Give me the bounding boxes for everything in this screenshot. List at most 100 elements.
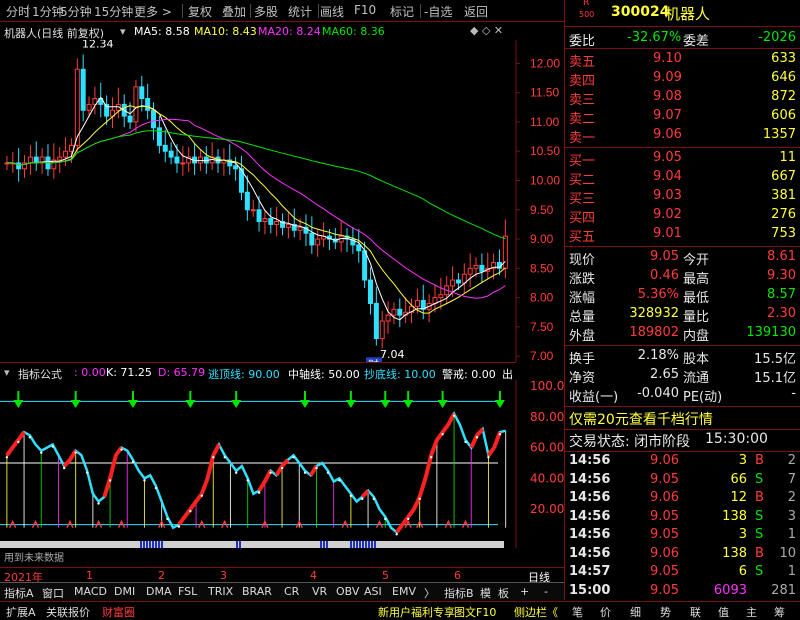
bottom-item-12[interactable]: 主	[746, 604, 757, 620]
k-dot	[452, 414, 456, 417]
bottom-item-6[interactable]: 笔	[572, 604, 583, 620]
buy-volume: 667	[771, 169, 796, 184]
toolbar-5[interactable]: 复权	[188, 3, 212, 20]
bottom-item-4[interactable]: 图文F10	[454, 604, 496, 620]
candle-body	[473, 264, 479, 269]
bottom-item-5[interactable]: 侧边栏《	[514, 604, 558, 620]
k-dot	[257, 491, 261, 494]
bottom-item-0[interactable]: 扩展A	[6, 604, 36, 620]
toolbar-9[interactable]: 画线	[320, 3, 344, 20]
toolbar-0[interactable]: 分时	[6, 3, 30, 20]
indicator-tab-10[interactable]: OBV	[336, 585, 359, 598]
candle-body	[414, 300, 420, 307]
buy-level-label: 买一	[569, 154, 596, 169]
indicator-tab-15[interactable]: 模	[480, 585, 491, 601]
candle-body	[356, 244, 362, 252]
time-axis-label: 4	[310, 569, 317, 582]
indicator-tab-18[interactable]: -	[544, 585, 548, 598]
candle-body	[315, 238, 321, 246]
indicator-d: D: 65.79	[158, 366, 206, 379]
bottom-item-2[interactable]: 财富圈	[102, 604, 135, 620]
toolbar-1[interactable]: 1分钟	[32, 3, 64, 20]
bottom-item-8[interactable]: 细	[630, 604, 641, 620]
indicator-tab-6[interactable]: TRIX	[208, 585, 233, 598]
bottom-item-11[interactable]: 值	[718, 604, 729, 620]
weidiff-label: 委差	[683, 34, 710, 49]
bottom-item-7[interactable]: 价	[600, 604, 611, 620]
tick-price: 9.05	[650, 582, 679, 598]
candle-body	[274, 220, 280, 225]
divider	[565, 429, 800, 430]
k-dot	[5, 456, 9, 459]
candle-body	[133, 86, 139, 123]
toolbar-13[interactable]: 返回	[464, 3, 488, 20]
indicator-tab-11[interactable]: ASI	[364, 585, 382, 598]
promo-link[interactable]: 仅需20元查看千档行情	[569, 409, 713, 429]
toolbar-3[interactable]: 15分钟	[94, 3, 133, 20]
indicator-tab-5[interactable]: FSL	[178, 585, 197, 598]
bottom-item-9[interactable]: 势	[660, 604, 671, 620]
tick-time: 14:56	[569, 453, 611, 468]
k-dot	[407, 517, 410, 521]
future-data-segment	[320, 541, 322, 548]
indicator-ytick-label: 80.00	[530, 410, 564, 424]
chart-window-controls[interactable]: ◆ ◇ ✕	[470, 24, 503, 37]
toolbar-6[interactable]: 叠加	[222, 3, 246, 20]
candle-body	[467, 267, 473, 275]
buy-arrow-stem	[498, 391, 501, 400]
indicator-chart[interactable]: 100.0 80.00 60.00 40.00 20.00	[0, 380, 564, 550]
toolbar-2[interactable]: 5分钟	[60, 3, 92, 20]
toolbar-10[interactable]: F10	[354, 3, 376, 17]
future-data-segment	[158, 541, 160, 548]
buy-arrow-stem	[349, 391, 352, 400]
indicator-tab-0[interactable]: 指标A	[4, 585, 34, 601]
k-dot	[28, 436, 31, 439]
k-dot	[17, 440, 20, 444]
k-dot	[200, 494, 203, 497]
stat-label: 最低	[683, 291, 710, 306]
future-data-segment	[371, 541, 373, 548]
bottom-item-1[interactable]: 关联报价	[46, 604, 90, 620]
candle-body	[379, 320, 385, 340]
bottom-item-13[interactable]: 筹	[774, 604, 785, 620]
stat-label: 股本	[683, 352, 710, 367]
indicator-tab-13[interactable]: 〉	[424, 585, 435, 601]
candle-body	[127, 115, 133, 123]
chevron-down-icon[interactable]: ▾	[120, 25, 126, 38]
indicator-tab-7[interactable]: BRAR	[242, 585, 272, 598]
candle-body	[139, 86, 145, 100]
divider	[565, 147, 800, 148]
toolbar-12[interactable]: -自选	[424, 3, 452, 20]
buy-level-label: 买四	[569, 211, 596, 226]
tick-time: 14:56	[569, 508, 611, 524]
bottom-item-3[interactable]: 新用户福利专享	[378, 604, 455, 620]
toolbar-7[interactable]: 多股	[254, 3, 278, 20]
indicator-tab-8[interactable]: CR	[284, 585, 299, 598]
indicator-tab-2[interactable]: MACD	[74, 585, 107, 598]
stat-value: 9.30	[767, 268, 796, 283]
stat-value: -	[791, 386, 796, 401]
kline-ytick-label: 11.50	[530, 86, 559, 100]
indicator-tab-4[interactable]: DMA	[146, 585, 172, 598]
indicator-tab-3[interactable]: DMI	[114, 585, 135, 598]
candle-body	[174, 156, 180, 164]
indicator-tab-14[interactable]: 指标B	[444, 585, 474, 601]
toolbar-4[interactable]: 更多 >	[134, 3, 172, 20]
indicator-tab-1[interactable]: 窗口	[42, 585, 64, 601]
indicator-tab-17[interactable]: +	[520, 585, 529, 598]
k-dot	[464, 440, 467, 444]
toolbar-11[interactable]: 标记	[390, 3, 414, 20]
stat-label: 总量	[569, 310, 596, 325]
bottom-bar: 扩展A 关联报价 财富圈 新用户福利专享 图文F10 侧边栏《笔 价 细 势 联 值 主 筹	[0, 601, 800, 620]
indicator-tab-12[interactable]: EMV	[392, 585, 416, 598]
k-dot	[40, 451, 43, 454]
bottom-item-10[interactable]: 联	[690, 604, 701, 620]
indicator-tab-9[interactable]: VR	[312, 585, 327, 598]
indicator-tab-16[interactable]: 板	[498, 585, 509, 601]
future-data-segment	[143, 541, 145, 548]
k-dot	[85, 471, 89, 474]
chevron-down-icon[interactable]: ▾	[4, 366, 10, 379]
stock-name[interactable]: 机器人	[665, 3, 710, 24]
toolbar-8[interactable]: 统计	[288, 3, 312, 20]
kline-chart[interactable]: 12.00 11.50 11.00 10.50 10.00 9.50 9.00 8.50 8.0…	[0, 40, 564, 362]
